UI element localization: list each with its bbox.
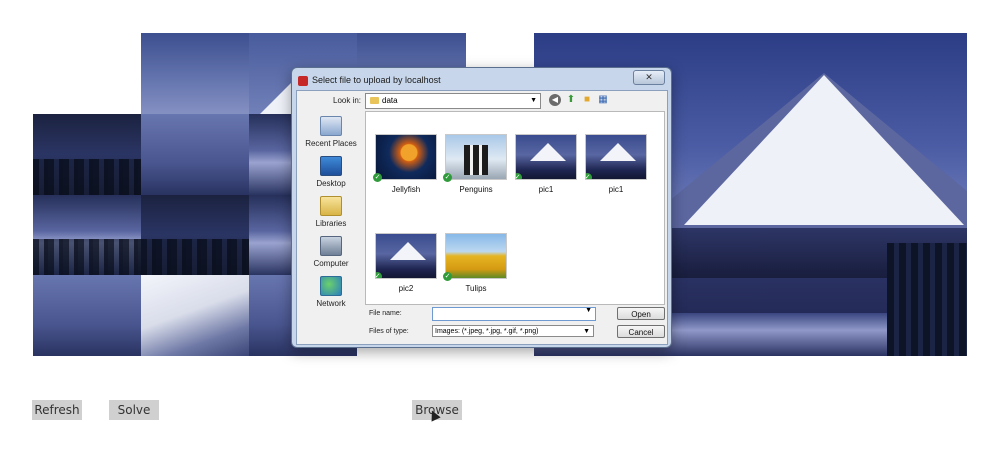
place-computer[interactable]: Computer [301, 236, 361, 268]
place-network[interactable]: Network [301, 276, 361, 308]
snowcap-shape [684, 75, 964, 225]
place-label: Computer [313, 259, 349, 268]
place-libraries[interactable]: Libraries [301, 196, 361, 228]
checkmark-icon: ✓ [585, 173, 592, 180]
app-icon [298, 75, 308, 86]
image-thumbnail: ✓ [373, 134, 437, 182]
file-label: Jellyfish [391, 185, 421, 194]
look-in-label: Look in: [333, 96, 362, 105]
network-icon [320, 276, 342, 296]
place-label: Desktop [316, 179, 346, 188]
libraries-icon [320, 196, 342, 216]
look-in-value: data [382, 96, 398, 105]
puzzle-tile[interactable] [141, 114, 249, 195]
chevron-down-icon[interactable]: ▼ [585, 307, 592, 314]
file-label: pic2 [398, 284, 414, 293]
file-item-jellyfish[interactable]: ✓ Jellyfish [373, 134, 438, 194]
folder-icon [370, 97, 379, 105]
file-item-pic1[interactable]: ✓ pic1 [584, 134, 648, 194]
file-item-pic2[interactable]: ✓ pic2 [374, 233, 438, 293]
file-label: pic1 [538, 185, 554, 194]
recent-places-icon [320, 116, 342, 136]
file-label: Penguins [459, 185, 493, 194]
image-thumbnail: ✓ [515, 134, 577, 180]
checkmark-icon: ✓ [443, 272, 452, 281]
solve-button[interactable]: Solve [109, 400, 159, 420]
puzzle-tile[interactable] [33, 275, 141, 356]
files-of-type-value: Images: (*.jpeg, *.jpg, *.gif, *.png) [435, 328, 539, 335]
place-label: Libraries [315, 219, 347, 228]
puzzle-tile[interactable] [141, 195, 249, 275]
file-list: ✓ Jellyfish ✓ Penguins ✓ pic1 ✓ pic1 ✓ p… [365, 111, 665, 305]
file-label: Tulips [465, 284, 487, 293]
files-of-type-label: Files of type: [369, 328, 409, 335]
dialog-body: Look in: data ▼ ◀ ⬆ ■ ▦ Recent Places De… [296, 90, 668, 345]
up-folder-icon[interactable]: ⬆ [565, 94, 577, 106]
place-label: Network [316, 299, 346, 308]
image-thumbnail: ✓ [585, 134, 647, 180]
dialog-title: Select file to upload by localhost [312, 75, 441, 85]
file-upload-dialog: Select file to upload by localhost ✕ Loo… [291, 67, 672, 348]
checkmark-icon: ✓ [443, 173, 452, 182]
checkmark-icon: ✓ [515, 173, 522, 180]
places-bar: Recent Places Desktop Libraries Computer… [301, 111, 361, 339]
dialog-toolbar: ◀ ⬆ ■ ▦ [549, 94, 609, 107]
chevron-down-icon: ▼ [583, 328, 590, 335]
file-name-input[interactable]: ▼ [432, 307, 596, 321]
file-label: pic1 [608, 185, 624, 194]
file-item-tulips[interactable]: ✓ Tulips [443, 233, 508, 293]
look-in-dropdown[interactable]: data ▼ [365, 93, 541, 109]
new-folder-icon[interactable]: ■ [581, 94, 593, 106]
place-desktop[interactable]: Desktop [301, 156, 361, 188]
image-thumbnail: ✓ [443, 134, 507, 182]
file-item-pic1[interactable]: ✓ pic1 [514, 134, 578, 194]
puzzle-tile[interactable] [141, 33, 249, 114]
chevron-down-icon: ▼ [530, 97, 537, 104]
refresh-button[interactable]: Refresh [32, 400, 82, 420]
close-button[interactable]: ✕ [633, 70, 665, 85]
view-menu-icon[interactable]: ▦ [597, 94, 609, 106]
file-name-label: File name: [369, 310, 402, 317]
dialog-title-bar: Select file to upload by localhost [298, 71, 658, 89]
computer-icon [320, 236, 342, 256]
puzzle-tile[interactable] [141, 275, 249, 356]
checkmark-icon: ✓ [373, 173, 382, 182]
place-recent-places[interactable]: Recent Places [301, 116, 361, 148]
place-label: Recent Places [305, 139, 357, 148]
files-of-type-dropdown[interactable]: Images: (*.jpeg, *.jpg, *.gif, *.png) ▼ [432, 325, 594, 337]
checkmark-icon: ✓ [375, 272, 382, 279]
open-button[interactable]: Open [617, 307, 665, 320]
cancel-button[interactable]: Cancel [617, 325, 665, 338]
puzzle-tile[interactable] [33, 114, 141, 195]
image-thumbnail: ✓ [375, 233, 437, 279]
puzzle-page: Select file to upload by localhost ✕ Loo… [0, 0, 1000, 473]
image-thumbnail: ✓ [443, 233, 507, 281]
desktop-icon [320, 156, 342, 176]
back-icon[interactable]: ◀ [549, 94, 561, 106]
file-item-penguins[interactable]: ✓ Penguins [443, 134, 508, 194]
trees-shape [887, 243, 967, 356]
puzzle-tile[interactable] [33, 195, 141, 275]
